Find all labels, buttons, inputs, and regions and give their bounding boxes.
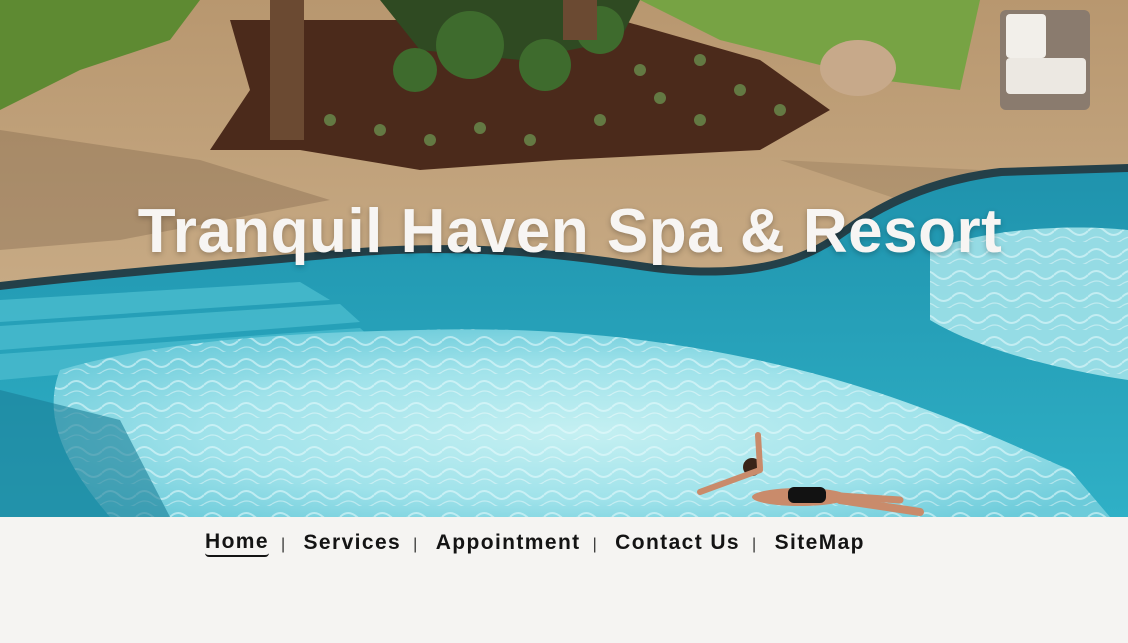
hero-banner: Tranquil Haven Spa & Resort [0,0,1128,517]
nav-separator: | [752,536,758,553]
nav-link-appointment[interactable]: Appointment [436,530,581,556]
nav-separator: | [413,536,419,553]
site-title: Tranquil Haven Spa & Resort [137,197,1003,266]
nav-separator: | [592,536,599,553]
main-navigation: Home | Services | Appointment | Contact … [0,517,1128,643]
nav-separator: | [280,536,287,553]
nav-link-home[interactable]: Home [205,529,269,557]
nav-links: Home | Services | Appointment | Contact … [205,529,865,557]
nav-link-services[interactable]: Services [304,530,402,556]
nav-link-sitemap[interactable]: SiteMap [775,530,865,556]
nav-link-contact-us[interactable]: Contact Us [615,530,740,556]
